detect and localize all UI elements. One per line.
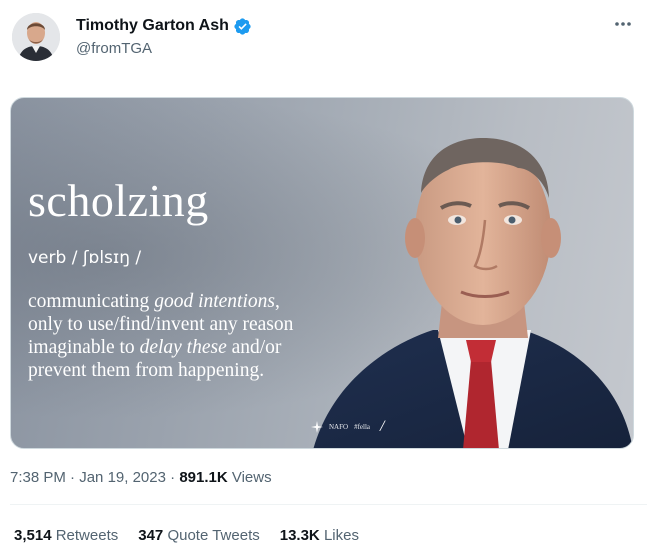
avatar-image [12, 13, 60, 61]
brand-slash: / [380, 418, 385, 435]
avatar[interactable] [12, 13, 60, 61]
definition-pronunciation: verb / ʃɒlsɪŋ / [28, 248, 142, 268]
divider [10, 504, 647, 505]
views-label: Views [231, 469, 272, 486]
tweet: Timothy Garton Ash @fromTGA scholzing ve… [0, 0, 657, 559]
definition-line: communicating good intentions, [28, 291, 280, 312]
views-count: 891.1K [179, 469, 228, 486]
quote-tweets-count: 347 [138, 527, 164, 544]
author-name-row: Timothy Garton Ash [76, 16, 252, 36]
tweet-media-image[interactable]: scholzing verb / ʃɒlsɪŋ / communicating … [10, 97, 634, 449]
definition-line: only to use/find/invent any reason [28, 314, 294, 335]
nafo-brand-text: NAFO [329, 423, 349, 431]
definition-word: scholzing [28, 175, 209, 226]
quote-tweets-label: Quote Tweets [167, 527, 260, 544]
tweet-date[interactable]: Jan 19, 2023 [79, 469, 166, 486]
more-options-icon[interactable] [611, 14, 635, 34]
quote-tweets-stat[interactable]: 347 Quote Tweets [138, 526, 259, 546]
nafo-brand-tag: #fella [354, 423, 370, 431]
likes-stat[interactable]: 13.3K Likes [280, 526, 359, 546]
definition-line: prevent them from happening. [28, 360, 265, 381]
portrait-image [313, 138, 633, 448]
definition-line: imaginable to delay these and/or [28, 337, 282, 358]
likes-label: Likes [323, 527, 359, 544]
likes-count: 13.3K [279, 527, 320, 544]
author-display-name[interactable]: Timothy Garton Ash [76, 16, 229, 36]
separator: · [70, 469, 76, 486]
engagement-stats: 3,514 Retweets 347 Quote Tweets 13.3K Li… [14, 526, 359, 546]
definition-text: communicating good intentions, only to u… [28, 290, 378, 382]
verified-badge-icon [233, 17, 252, 36]
retweets-stat[interactable]: 3,514 Retweets [14, 526, 118, 546]
retweets-count: 3,514 [14, 527, 52, 544]
nafo-emblem-icon [311, 421, 323, 433]
author-block: Timothy Garton Ash @fromTGA [76, 16, 252, 58]
retweets-label: Retweets [55, 527, 119, 544]
author-handle[interactable]: @fromTGA [76, 39, 252, 58]
nafo-brand: NAFO #fella / [311, 418, 384, 436]
timestamp-row: 7:38 PM · Jan 19, 2023 · 891.1K Views [10, 468, 272, 488]
tweet-time[interactable]: 7:38 PM [10, 469, 66, 486]
separator: · [170, 469, 176, 486]
